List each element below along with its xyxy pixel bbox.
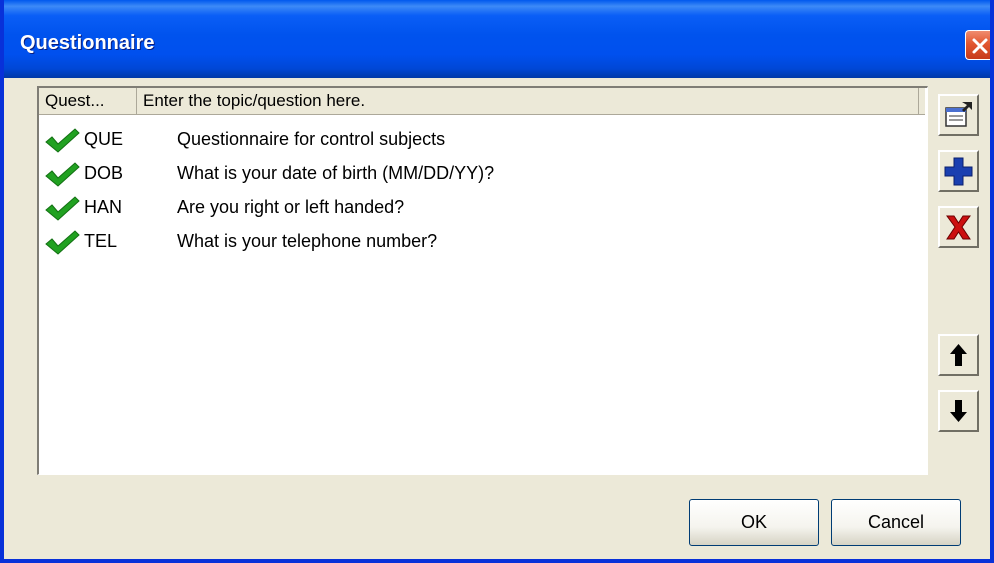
close-button[interactable] bbox=[965, 30, 990, 60]
list-item[interactable]: QUE Questionnaire for control subjects bbox=[39, 124, 919, 158]
list-header: Quest... Enter the topic/question here. bbox=[39, 88, 925, 115]
move-up-button[interactable] bbox=[938, 334, 979, 376]
column-header-code[interactable]: Quest... bbox=[39, 88, 137, 114]
properties-button[interactable] bbox=[938, 94, 979, 136]
add-icon bbox=[944, 157, 973, 186]
close-icon bbox=[972, 38, 988, 54]
checkmark-icon bbox=[45, 196, 80, 221]
cancel-button[interactable]: Cancel bbox=[831, 499, 961, 546]
checkmark-icon bbox=[45, 162, 80, 187]
question-code: DOB bbox=[84, 163, 124, 183]
move-down-icon bbox=[950, 400, 967, 422]
list-item[interactable]: HAN Are you right or left handed? bbox=[39, 192, 919, 226]
column-header-question[interactable]: Enter the topic/question here. bbox=[137, 88, 919, 114]
window-title: Questionnaire bbox=[20, 32, 155, 54]
question-code: HAN bbox=[84, 197, 123, 217]
question-list[interactable]: Quest... Enter the topic/question here. … bbox=[37, 86, 928, 475]
question-code: QUE bbox=[84, 129, 124, 149]
checkmark-icon bbox=[45, 230, 80, 255]
question-text: Are you right or left handed? bbox=[177, 197, 405, 217]
questionnaire-dialog: Questionnaire Quest... Enter the topic/q… bbox=[0, 0, 994, 563]
delete-button[interactable] bbox=[938, 206, 979, 248]
title-bar[interactable]: Questionnaire bbox=[4, 0, 990, 78]
list-item[interactable]: DOB What is your date of birth (MM/DD/YY… bbox=[39, 158, 919, 192]
move-down-button[interactable] bbox=[938, 390, 979, 432]
properties-icon bbox=[945, 102, 972, 127]
question-text: Questionnaire for control subjects bbox=[177, 129, 446, 149]
question-text: What is your telephone number? bbox=[177, 231, 438, 251]
ok-button[interactable]: OK bbox=[689, 499, 819, 546]
delete-icon bbox=[946, 215, 971, 240]
list-item[interactable]: TEL What is your telephone number? bbox=[39, 226, 919, 260]
checkmark-icon bbox=[45, 128, 80, 153]
question-code: TEL bbox=[84, 231, 118, 251]
question-text: What is your date of birth (MM/DD/YY)? bbox=[177, 163, 495, 183]
move-up-icon bbox=[950, 344, 967, 366]
add-button[interactable] bbox=[938, 150, 979, 192]
